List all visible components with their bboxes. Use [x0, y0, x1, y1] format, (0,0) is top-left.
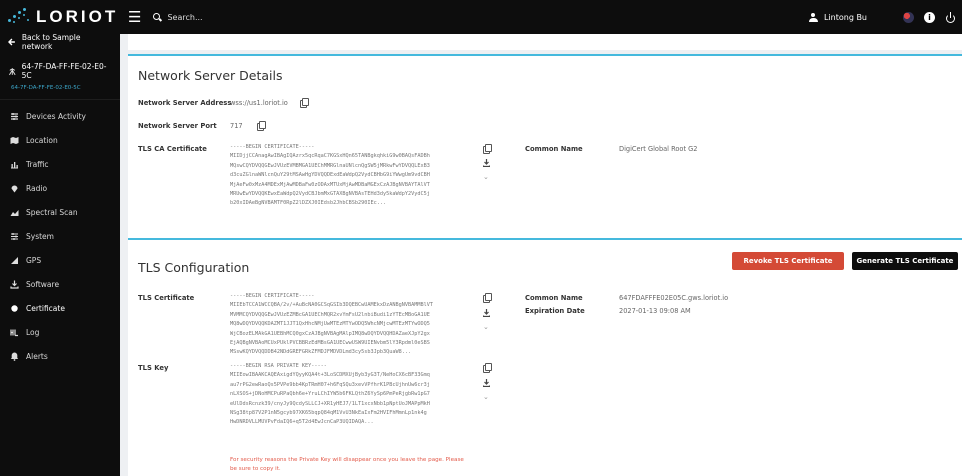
sidebar-item-label: Traffic [26, 159, 49, 169]
expand-tls-certificate-chevron-icon[interactable]: ⌄ [483, 323, 489, 331]
tls-configuration-title: TLS Configuration [138, 260, 250, 275]
devices-icon [11, 112, 18, 120]
sidebar-item-traffic[interactable]: Traffic [0, 152, 120, 176]
sidebar-item-spectral-scan[interactable]: Spectral Scan [0, 200, 120, 224]
sidebar-item-label: Location [26, 135, 58, 145]
user-icon [808, 12, 818, 22]
user-name: Lintong Bu [823, 12, 867, 22]
ns-port-label: Network Server Port [138, 122, 217, 130]
expand-ca-chevron-icon[interactable]: ⌄ [483, 173, 489, 181]
tls-key-label: TLS Key [138, 364, 169, 372]
copy-tls-key-icon[interactable] [483, 363, 492, 373]
revoke-tls-certificate-button[interactable]: Revoke TLS Certificate [732, 252, 844, 270]
tls-certificate-label: TLS Certificate [138, 294, 195, 302]
search-box[interactable] [153, 12, 288, 22]
back-link-label: Back to Sample network [21, 33, 81, 51]
ns-address-value: wss://us1.loriot.io [230, 99, 288, 107]
tls-common-name-label: Common Name [525, 294, 583, 302]
expand-tls-key-chevron-icon[interactable]: ⌄ [483, 393, 489, 401]
generate-tls-certificate-button[interactable]: Generate TLS Certificate [852, 252, 958, 270]
gps-icon [11, 256, 18, 264]
tls-certificate-text: -----BEGIN CERTIFICATE----- MIIEbTCCA1WC… [230, 293, 434, 356]
sidebar-item-location[interactable]: Location [0, 128, 120, 152]
top-right-controls: Lintong Bu i [808, 0, 956, 34]
sidebar: Back to Sample network 64-7F-DA-FF-FE-02… [0, 33, 120, 476]
tls-common-name-value: 647FDAFFFE02E05C.gws.loriot.io [619, 294, 729, 302]
radio-icon [11, 185, 18, 192]
tls-configuration-panel: TLS Configuration Revoke TLS Certificate… [128, 238, 962, 476]
menu-icon[interactable]: ☰ [128, 8, 141, 26]
sidebar-item-label: Alerts [26, 351, 48, 361]
network-server-title: Network Server Details [138, 68, 283, 83]
network-server-panel: Network Server Details Network Server Ad… [128, 54, 962, 252]
map-icon [10, 136, 19, 144]
power-icon[interactable] [945, 11, 956, 23]
copy-ca-icon[interactable] [483, 144, 492, 154]
device-name: 64-7F-DA-FF-FE-02-E0-5C [8, 62, 112, 80]
alerts-icon [10, 352, 19, 361]
sidebar-item-system[interactable]: System [0, 224, 120, 248]
ns-address-label: Network Server Address [138, 99, 232, 107]
sidebar-item-label: Log [26, 327, 40, 337]
back-to-network-link[interactable]: Back to Sample network [0, 33, 120, 51]
ns-port-value: 717 [230, 122, 243, 130]
info-icon[interactable]: i [924, 11, 935, 23]
copy-port-icon[interactable] [257, 121, 266, 131]
gateway-antenna-icon [9, 67, 16, 75]
tls-ca-label: TLS CA Certificate [138, 145, 207, 153]
loriot-logo[interactable]: LORIOT [0, 0, 120, 34]
ca-common-name-value: DigiCert Global Root G2 [619, 145, 698, 153]
sidebar-item-label: GPS [26, 255, 42, 265]
flag-icon[interactable] [903, 11, 914, 23]
log-icon [10, 329, 18, 336]
software-icon [10, 280, 19, 289]
system-icon [11, 232, 18, 240]
logo-mark-icon [8, 7, 30, 27]
download-tls-certificate-icon[interactable] [483, 309, 490, 317]
sidebar-item-log[interactable]: Log [0, 320, 120, 344]
device-header: 64-7F-DA-FF-FE-02-E0-5C 64-7F-DA-FF-FE-0… [0, 50, 120, 100]
sidebar-item-gps[interactable]: GPS [0, 248, 120, 272]
user-menu[interactable]: Lintong Bu [808, 12, 867, 22]
top-strip-panel [128, 34, 962, 50]
ca-common-name-label: Common Name [525, 145, 583, 153]
sidebar-item-label: Spectral Scan [26, 207, 78, 217]
tls-key-text: -----BEGIN RSA PRIVATE KEY----- MIIEowIB… [230, 363, 430, 426]
sidebar-item-label: System [26, 231, 54, 241]
search-icon[interactable] [153, 12, 162, 22]
device-name-label: 64-7F-DA-FF-FE-02-E0-5C [21, 62, 107, 80]
traffic-icon [11, 161, 18, 168]
private-key-warning: For security reasons the Private Key wil… [230, 457, 464, 472]
sidebar-item-label: Software [26, 279, 60, 289]
copy-address-icon[interactable] [300, 98, 309, 108]
sidebar-item-software[interactable]: Software [0, 272, 120, 296]
sidebar-item-radio[interactable]: Radio [0, 176, 120, 200]
top-bar: LORIOT ☰ Lintong Bu i [0, 0, 962, 34]
spectral-icon [10, 209, 19, 216]
arrow-left-icon [8, 38, 15, 46]
sidebar-item-certificate[interactable]: Certificate [0, 296, 120, 320]
copy-tls-certificate-icon[interactable] [483, 293, 492, 303]
tls-ca-certificate-text: -----BEGIN CERTIFICATE----- MIIDjjCCAnag… [230, 144, 430, 207]
sidebar-item-alerts[interactable]: Alerts [0, 344, 120, 368]
download-tls-key-icon[interactable] [483, 379, 490, 387]
sidebar-item-label: Radio [26, 183, 48, 193]
download-ca-icon[interactable] [483, 159, 490, 167]
expiration-date-value: 2027-01-13 09:08 AM [619, 307, 691, 315]
sidebar-item-label: Devices Activity [26, 111, 86, 121]
expiration-date-label: Expiration Date [525, 307, 585, 315]
certificate-icon [11, 304, 18, 312]
logo-text: LORIOT [36, 7, 119, 26]
sidebar-item-label: Certificate [26, 303, 65, 313]
search-input[interactable] [167, 12, 288, 22]
device-id: 64-7F-DA-FF-FE-02-E0-5C [11, 85, 81, 91]
main-content: Network Server Details Network Server Ad… [120, 34, 962, 476]
sidebar-item-devices-activity[interactable]: Devices Activity [0, 104, 120, 128]
